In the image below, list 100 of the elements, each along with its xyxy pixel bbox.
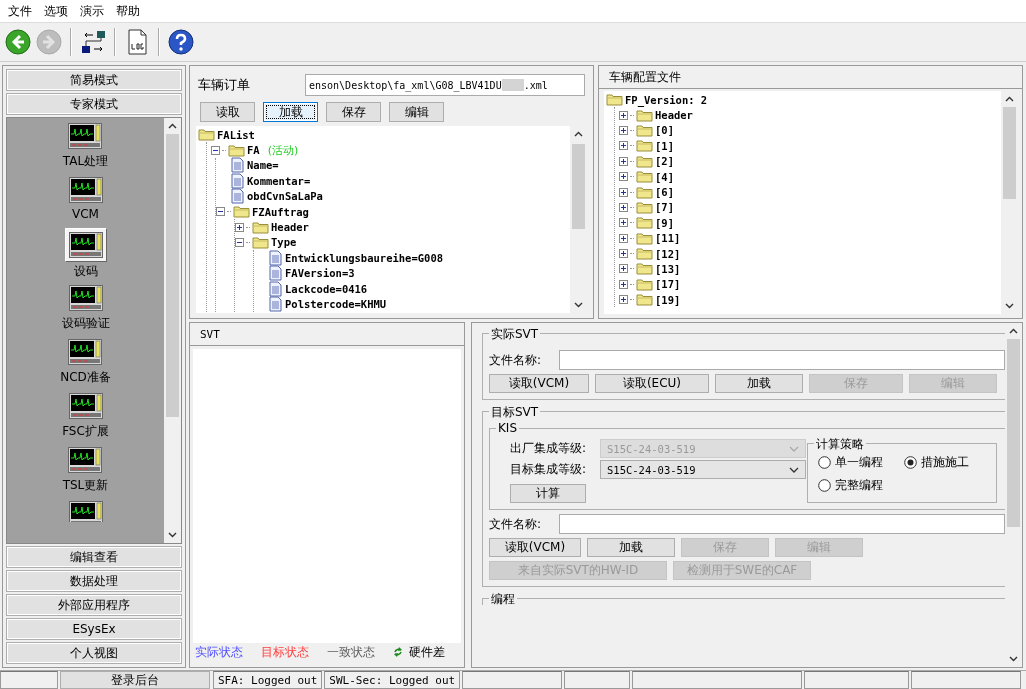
tree-item[interactable]: [12] (655, 247, 681, 260)
calculate-button[interactable]: 计算 (510, 484, 586, 503)
option-label[interactable]: 完整编程 (835, 477, 883, 494)
scrollbar[interactable] (164, 118, 181, 543)
scroll-thumb[interactable] (1007, 339, 1020, 527)
tree-item[interactable]: [9] (655, 216, 674, 229)
action-button[interactable]: 加载 (715, 374, 803, 393)
menu-item[interactable]: 文件 (2, 2, 38, 20)
action-button[interactable]: 加载 (587, 538, 675, 557)
menu-item[interactable]: 帮助 (110, 2, 146, 20)
category-button[interactable]: ESysEx (6, 618, 182, 640)
tree-item[interactable]: FA (247, 144, 260, 157)
tree-item[interactable]: [7] (655, 201, 674, 214)
expand-icon[interactable] (619, 125, 628, 135)
module-label[interactable]: VCM (72, 207, 99, 221)
dropdown[interactable]: S15C-24-03-519 (600, 460, 806, 479)
action-button[interactable]: 读取(VCM) (489, 538, 581, 557)
expand-icon[interactable] (619, 110, 628, 120)
tree-item[interactable]: Header (655, 109, 693, 122)
chevron-down-icon[interactable] (168, 532, 177, 538)
toolbar-button[interactable] (167, 28, 195, 56)
action-button[interactable]: 读取(ECU) (595, 374, 709, 393)
action-button[interactable]: 编辑 (389, 102, 444, 122)
expand-icon[interactable] (619, 172, 628, 182)
tree-item[interactable]: Type (271, 236, 297, 249)
toolbar-button[interactable] (4, 28, 32, 56)
mode-button[interactable]: 专家模式 (6, 93, 182, 115)
chevron-down-icon[interactable] (1005, 303, 1014, 309)
tree-item[interactable]: [6] (655, 186, 674, 199)
chevron-up-icon[interactable] (168, 123, 177, 129)
radio-button[interactable] (818, 456, 831, 469)
module-label[interactable]: 设码 (73, 263, 98, 280)
option-label[interactable]: 单一编程 (835, 454, 883, 471)
radio-button[interactable] (904, 456, 917, 469)
tree-item[interactable]: Header (271, 221, 309, 234)
collapse-icon[interactable] (235, 237, 244, 247)
file-name-field[interactable] (559, 350, 1005, 370)
action-button[interactable]: 保存 (326, 102, 381, 122)
tree-item[interactable]: [0] (655, 124, 674, 137)
category-button[interactable]: 数据处理 (6, 570, 182, 592)
radio-button[interactable] (818, 479, 831, 492)
module-label[interactable]: 设码验证 (61, 315, 110, 332)
tree-item[interactable]: Kommentar= (247, 174, 311, 187)
chevron-down-icon[interactable] (574, 302, 583, 308)
tree-item[interactable]: Entwicklungsbaureihe=G008 (285, 251, 444, 264)
option-label[interactable]: 措施施工 (921, 454, 969, 471)
tree-item[interactable]: [19] (655, 293, 681, 306)
expand-icon[interactable] (619, 264, 628, 274)
tree-item[interactable]: [11] (655, 232, 681, 245)
tree-item[interactable]: [4] (655, 170, 674, 183)
tree-item[interactable]: [1] (655, 139, 674, 152)
tree-item[interactable]: [13] (655, 263, 681, 275)
chevron-up-icon[interactable] (574, 131, 583, 137)
scroll-thumb[interactable] (166, 134, 179, 417)
folder-icon (636, 169, 653, 185)
tree-item[interactable]: [2] (655, 155, 674, 168)
action-button[interactable]: 读取 (200, 102, 255, 122)
expand-icon[interactable] (619, 187, 628, 197)
module-label[interactable]: TAL处理 (62, 153, 109, 170)
scroll-thumb[interactable] (1003, 107, 1016, 199)
category-button[interactable]: 个人视图 (6, 642, 182, 664)
login-button[interactable]: 登录后台 (60, 671, 210, 689)
tree-item[interactable]: Polstercode=KHMU (285, 298, 387, 310)
action-button[interactable]: 读取(VCM) (489, 374, 589, 393)
file-name-field[interactable] (559, 514, 1005, 534)
collapse-icon[interactable] (211, 145, 220, 155)
expand-icon[interactable] (235, 222, 244, 232)
mode-button[interactable]: 简易模式 (6, 69, 182, 91)
category-button[interactable]: 外部应用程序 (6, 594, 182, 616)
tree-item[interactable]: FZAuftrag (252, 205, 309, 218)
scroll-thumb[interactable] (572, 143, 585, 229)
path-field[interactable]: enson\Desktop\fa_xml\G08_LBV41DU .xml (305, 74, 585, 96)
chevron-down-icon[interactable] (1009, 656, 1018, 662)
module-label[interactable]: TSL更新 (62, 477, 109, 494)
expand-icon[interactable] (619, 249, 628, 259)
expand-icon[interactable] (619, 295, 628, 305)
tree-item[interactable]: obdCvnSaLaPa (247, 190, 323, 203)
expand-icon[interactable] (619, 279, 628, 289)
chevron-up-icon[interactable] (1009, 328, 1018, 334)
toolbar-button[interactable] (79, 28, 107, 56)
tree-item[interactable]: Name= (247, 159, 279, 172)
tree-item[interactable]: FP_Version: 2 (625, 93, 708, 106)
module-label[interactable]: NCD准备 (60, 369, 111, 386)
expand-icon[interactable] (619, 156, 628, 166)
collapse-icon[interactable] (216, 207, 225, 217)
menu-item[interactable]: 演示 (74, 2, 110, 20)
tree-item[interactable]: [17] (655, 278, 681, 291)
category-button[interactable]: 编辑查看 (6, 546, 182, 568)
expand-icon[interactable] (619, 141, 628, 151)
module-label[interactable]: FSC扩展 (62, 423, 109, 440)
expand-icon[interactable] (619, 202, 628, 212)
action-button[interactable]: 加载 (263, 102, 318, 122)
chevron-up-icon[interactable] (1005, 96, 1014, 102)
tree-item[interactable]: FAVersion=3 (285, 267, 355, 280)
expand-icon[interactable] (619, 233, 628, 243)
tree-item[interactable]: Lackcode=0416 (285, 282, 368, 295)
tree-item[interactable]: FAList (217, 128, 255, 141)
menu-item[interactable]: 选项 (38, 2, 74, 20)
module-button[interactable] (64, 228, 107, 262)
expand-icon[interactable] (619, 218, 628, 228)
